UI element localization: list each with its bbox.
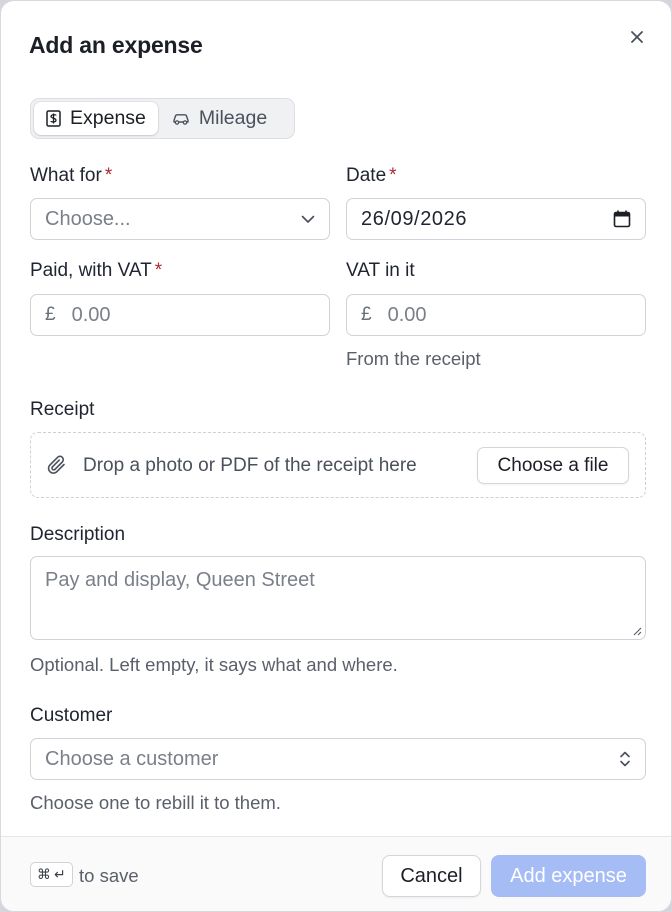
required-mark: * [154, 260, 163, 281]
dialog-title: Add an expense [29, 32, 203, 58]
paid-placeholder: 0.00 [71, 303, 111, 326]
currency-symbol: £ [361, 304, 372, 325]
chevron-down-icon [301, 215, 315, 223]
required-mark: * [104, 165, 113, 186]
customer-select[interactable]: Choose a customer [30, 738, 646, 780]
paid-label: Paid, with VAT * [30, 260, 162, 282]
choose-file-button[interactable]: Choose a file [477, 447, 629, 484]
cancel-button[interactable]: Cancel [382, 855, 481, 897]
calendar-icon[interactable] [613, 210, 631, 228]
tab-mileage[interactable]: Mileage [160, 102, 279, 135]
receipt-icon [46, 110, 61, 127]
command-key-icon: ⌘ [37, 866, 51, 883]
description-textarea[interactable]: Pay and display, Queen Street [30, 556, 646, 640]
date-label: Date * [346, 165, 397, 187]
tab-expense-label: Expense [70, 107, 146, 129]
what-for-label-text: What for [30, 165, 102, 186]
vat-placeholder: 0.00 [387, 303, 427, 326]
resize-handle-icon[interactable] [632, 626, 642, 636]
car-icon [173, 114, 189, 125]
what-for-label: What for * [30, 165, 112, 187]
paid-amount-input[interactable]: £ 0.00 [30, 294, 330, 336]
date-label-text: Date [346, 165, 387, 186]
tab-expense[interactable]: Expense [34, 102, 158, 135]
date-input[interactable]: 26/09/2026 [346, 198, 646, 240]
tab-mileage-label: Mileage [198, 107, 268, 129]
description-placeholder: Pay and display, Queen Street [45, 569, 315, 591]
what-for-placeholder: Choose... [45, 207, 131, 230]
receipt-drop-text: Drop a photo or PDF of the receipt here [83, 455, 417, 476]
expense-type-toggle: Expense Mileage [30, 98, 295, 139]
save-hint: to save [79, 865, 139, 886]
vat-label: VAT in it [346, 260, 415, 281]
paid-label-text: Paid, with VAT [30, 260, 152, 281]
required-mark: * [389, 165, 397, 186]
add-expense-dialog: Add an expense Expense Mileage What for *… [0, 0, 672, 912]
date-value: 26/09/2026 [361, 207, 468, 230]
close-button[interactable] [623, 23, 651, 51]
enter-key-icon: ↵ [54, 866, 66, 883]
description-label: Description [30, 524, 126, 545]
add-expense-button[interactable]: Add expense [491, 855, 646, 897]
receipt-label: Receipt [30, 399, 95, 420]
chevron-up-down-icon [620, 751, 630, 767]
currency-symbol: £ [45, 304, 56, 325]
paperclip-icon [47, 455, 65, 474]
vat-help: From the receipt [346, 348, 481, 369]
customer-placeholder: Choose a customer [45, 747, 219, 770]
vat-amount-input[interactable]: £ 0.00 [346, 294, 646, 336]
description-help: Optional. Left empty, it says what and w… [30, 654, 398, 675]
dialog-footer: ⌘ ↵ to save Cancel Add expense [1, 837, 671, 911]
what-for-select[interactable]: Choose... [30, 198, 330, 240]
close-icon [631, 31, 643, 43]
receipt-dropzone[interactable]: Drop a photo or PDF of the receipt here … [30, 432, 646, 498]
customer-label: Customer [30, 705, 113, 726]
keyboard-shortcut-badge: ⌘ ↵ [30, 862, 73, 887]
customer-help: Choose one to rebill it to them. [30, 792, 281, 813]
